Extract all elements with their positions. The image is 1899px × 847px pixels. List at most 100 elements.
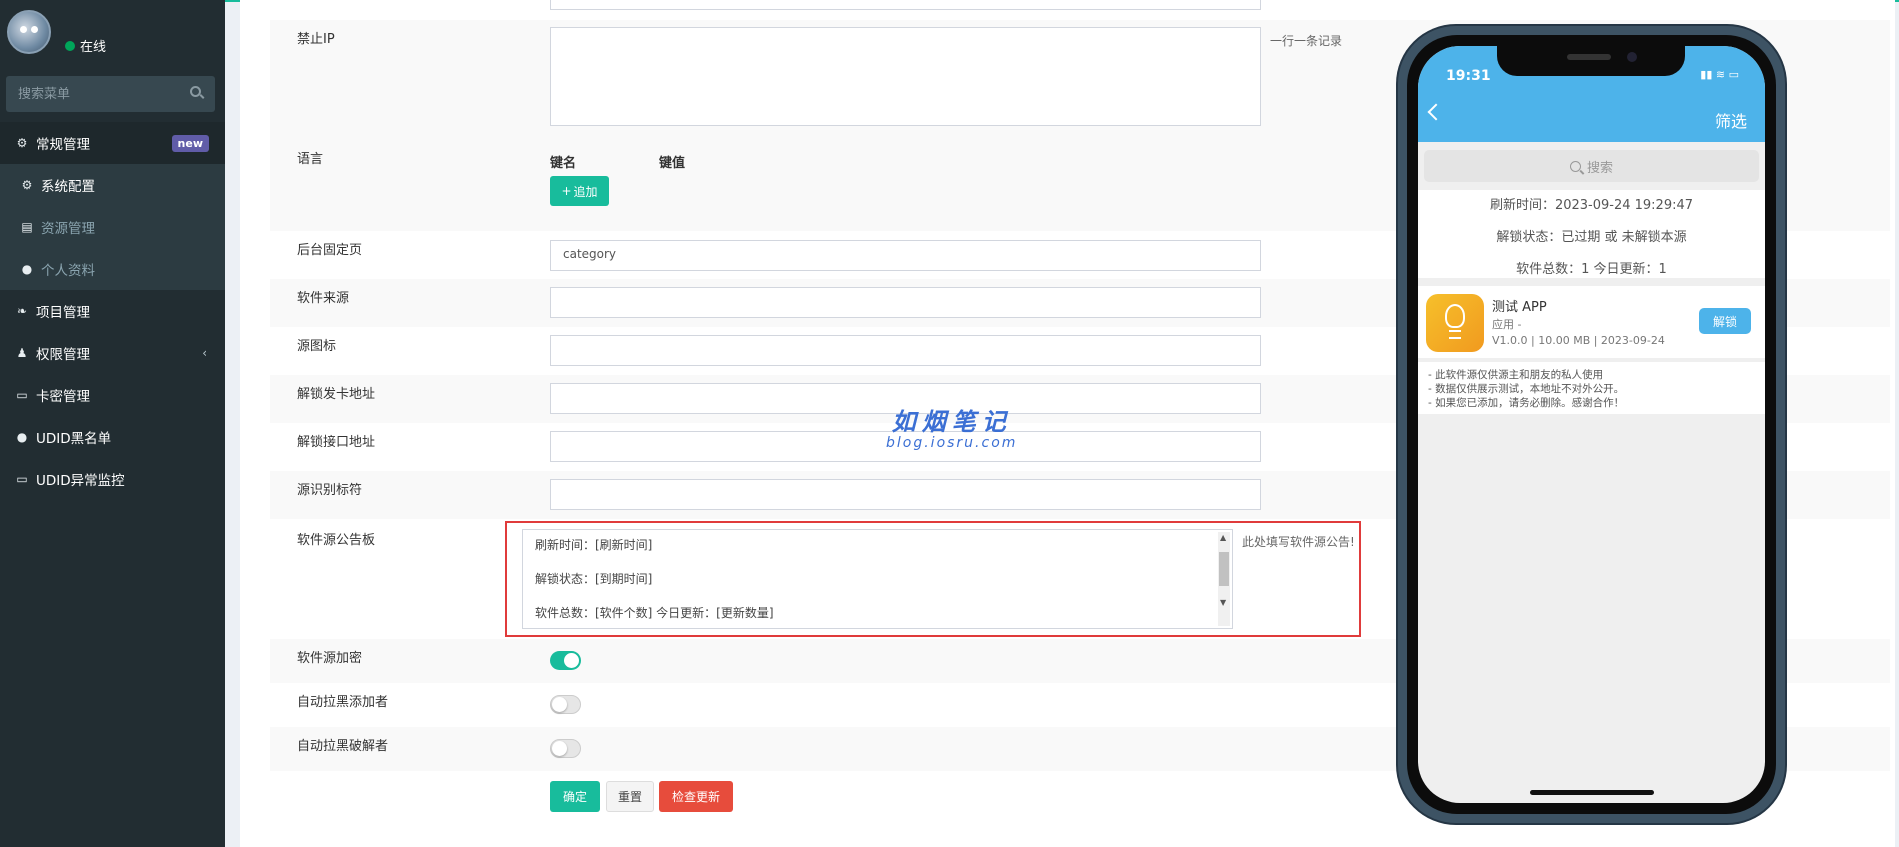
sidebar-item-udid-blacklist[interactable]: ● UDID黑名单 [0,416,225,458]
search-icon[interactable] [190,86,201,97]
menu-search-input[interactable] [6,76,215,112]
chevron-left-icon: ‹ [202,346,207,360]
submenu-general: ⚙ 系统配置 ▤ 资源管理 ● 个人资料 [0,164,225,290]
search-icon [1569,160,1581,172]
notice-line: 解锁状态：[到期时间] [535,572,653,586]
phone-notes: - 此软件源仅供源主和朋友的私人使用 - 数据仅供展示测试，本地址不对外公开。 … [1418,362,1765,414]
phone-notch [1497,46,1685,76]
ban-ip-textarea[interactable] [550,27,1261,126]
form-row-top [270,0,1890,20]
sidebar-item-label: 权限管理 [36,347,90,363]
sidebar-item-cards[interactable]: ▭ 卡密管理 [0,374,225,416]
confirm-button[interactable]: 确定 [550,781,600,812]
toggle-knob [552,741,567,756]
app-meta: V1.0.0 | 10.00 MB | 2023-09-24 [1492,334,1665,347]
sidebar-item-label: 系统配置 [41,179,95,195]
watermark-title: 如烟笔记 [891,408,1012,436]
home-indicator[interactable] [1530,790,1654,795]
phone-search-placeholder: 搜索 [1586,160,1613,176]
source-input[interactable] [550,287,1261,318]
notice-scrollbar[interactable]: ▲ ▼ [1218,532,1230,626]
phone-search-bar[interactable]: 搜索 [1424,150,1759,182]
user-panel: 在线 [0,0,225,68]
sidebar-item-label: 个人资料 [41,263,95,279]
sidebar-item-profile[interactable]: ● 个人资料 [0,248,225,290]
camera-icon [1627,52,1637,62]
sidebar-item-label: UDID异常监控 [36,473,125,489]
auto-block-crack-label: 自动拉黑破解者 [297,739,389,754]
phone-refresh-time: 刷新时间：2023-09-24 19:29:47 [1489,198,1694,213]
sidebar-item-label: 项目管理 [36,305,90,321]
note-line: - 数据仅供展示测试，本地址不对外公开。 [1428,383,1625,395]
scroll-up-icon[interactable]: ▲ [1220,533,1226,542]
auto-block-add-toggle[interactable] [550,695,581,714]
user-icon: ● [21,262,33,276]
plus-icon: + [561,184,572,198]
lightbulb-icon [1426,294,1484,352]
source-id-input[interactable] [550,479,1261,510]
phone-mockup: 19:31 ▮▮ ≋ ▭ 筛选 搜索 刷新时间：2023-09-24 19:29… [1398,26,1785,823]
notice-highlight-box: 刷新时间：[刷新时间] 解锁状态：[到期时间] 软件总数：[软件个数] 今日更新… [505,521,1361,637]
sidebar-item-projects[interactable]: ❧ 项目管理 [0,290,225,332]
auto-block-crack-toggle[interactable] [550,739,581,758]
unlock-button[interactable]: 解锁 [1699,308,1751,334]
app-type: 应用 - [1492,318,1522,331]
add-button[interactable]: + 追加 [550,176,609,206]
unlock-card-label: 解锁发卡地址 [297,387,376,402]
auto-block-add-label: 自动拉黑添加者 [297,695,389,710]
app-name: 测试 APP [1492,300,1547,315]
source-label: 软件来源 [297,291,350,306]
note-line: - 如果您已添加，请务必删除。感谢合作！ [1428,397,1625,409]
top-partial-field[interactable] [550,0,1261,10]
sidebar-item-label: 资源管理 [41,221,95,237]
notice-line: 软件总数：[软件个数] 今日更新：[更新数量] [535,606,774,620]
toggle-knob [552,697,567,712]
notice-textarea[interactable]: 刷新时间：[刷新时间] 解锁状态：[到期时间] 软件总数：[软件个数] 今日更新… [522,529,1233,629]
speaker [1567,54,1611,60]
sidebar-item-label: UDID黑名单 [36,431,112,447]
sidebar-item-resources[interactable]: ▤ 资源管理 [0,206,225,248]
source-icon-input[interactable] [550,335,1261,366]
encrypt-toggle[interactable] [550,651,581,670]
reset-button[interactable]: 重置 [606,781,654,812]
phone-counts: 软件总数：1 今日更新：1 [1516,262,1667,277]
back-arrow-icon[interactable] [1427,103,1445,121]
value-header: 键值 [659,156,686,171]
new-badge: new [171,135,209,152]
notice-line: 刷新时间：[刷新时间] [535,538,653,552]
sidebar-item-udid-monitor[interactable]: ▭ UDID异常监控 [0,458,225,500]
sidebar-item-permissions[interactable]: ♟ 权限管理 ‹ [0,332,225,374]
scroll-down-icon[interactable]: ▼ [1220,598,1226,607]
phone-unlock-status: 解锁状态：已过期 或 未解锁本源 [1496,230,1687,245]
encrypt-label: 软件源加密 [297,651,363,666]
ban-ip-label: 禁止IP [297,32,335,47]
phone-info-panel: 刷新时间：2023-09-24 19:29:47 解锁状态：已过期 或 未解锁本… [1418,190,1765,278]
gear-icon: ⚙ [21,178,33,192]
sidebar-item-system-config[interactable]: ⚙ 系统配置 [0,164,225,206]
add-button-label: 追加 [573,184,598,199]
sidebar-menu: ⚙ 常规管理 new ⚙ 系统配置 ▤ 资源管理 ● 个人资料 ❧ 项目管理 ♟… [0,122,225,500]
ban-ip-hint: 一行一条记录 [1270,34,1343,48]
notice-hint: 此处填写软件源公告! [1242,535,1355,549]
cogs-icon: ⚙ [16,136,28,150]
sidebar-item-general[interactable]: ⚙ 常规管理 new [0,122,225,164]
check-update-button[interactable]: 检查更新 [659,781,733,812]
watermark-url: blog.iosru.com [886,435,1018,451]
desktop-icon: ▭ [16,472,28,486]
toggle-knob [564,653,579,668]
sidebar-item-label: 常规管理 [36,137,90,153]
app-list-item[interactable]: 测试 APP 应用 - V1.0.0 | 10.00 MB | 2023-09-… [1418,286,1765,358]
fixed-page-input[interactable]: category [550,240,1261,271]
source-id-label: 源识别标符 [297,483,363,498]
online-status: 在线 [65,36,106,55]
unlock-api-label: 解锁接口地址 [297,435,376,450]
note-line: - 此软件源仅供源主和朋友的私人使用 [1428,369,1604,381]
source-icon-label: 源图标 [297,339,337,354]
leaf-icon: ❧ [16,304,28,318]
notice-label: 软件源公告板 [297,533,376,548]
file-image-icon: ▤ [21,220,33,234]
filter-button[interactable]: 筛选 [1715,108,1747,132]
scroll-thumb[interactable] [1219,552,1229,586]
card-icon: ▭ [16,388,28,402]
avatar[interactable] [7,10,51,54]
